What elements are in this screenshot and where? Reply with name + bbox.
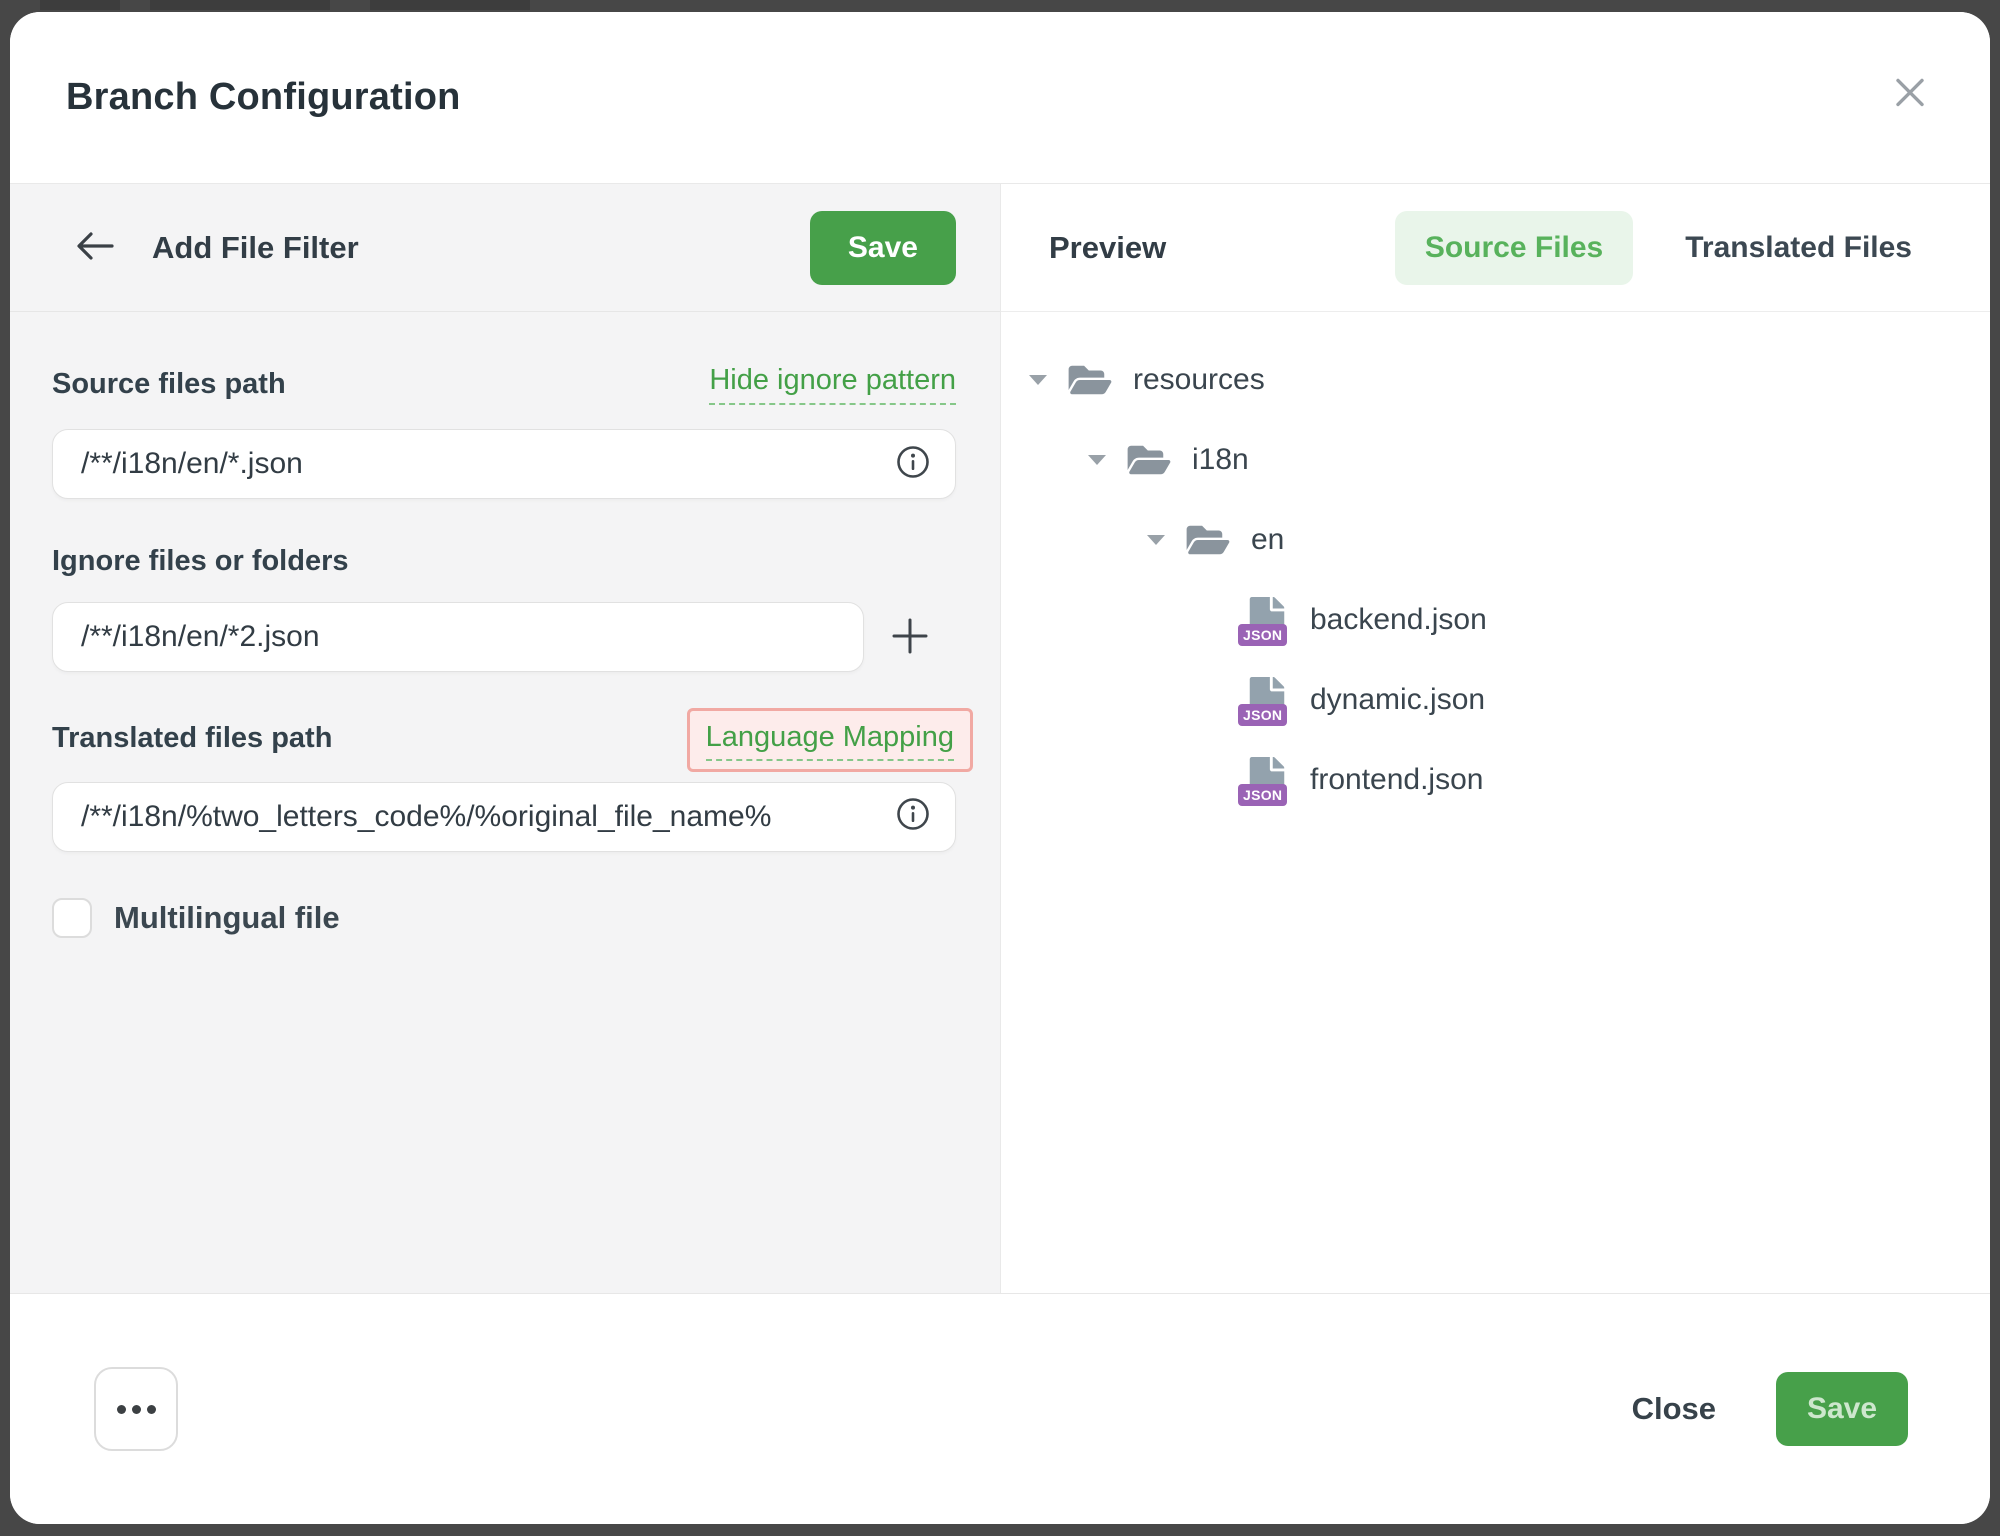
chevron-down-icon[interactable] — [1088, 455, 1106, 465]
tree-item-label: backend.json — [1310, 603, 1487, 637]
tree-item-label: frontend.json — [1310, 763, 1483, 797]
chevron-down-icon[interactable] — [1029, 375, 1047, 385]
json-file-icon: JSON — [1248, 677, 1286, 723]
tree-row-file-frontend[interactable]: JSON frontend.json — [1029, 740, 1990, 820]
ignore-pattern-field — [52, 602, 864, 672]
source-files-path-label: Source files path — [52, 368, 286, 401]
plus-icon — [889, 615, 931, 660]
language-mapping-highlight: Language Mapping — [687, 708, 973, 771]
language-mapping-link[interactable]: Language Mapping — [706, 721, 954, 761]
dimmed-page-fragment — [370, 0, 530, 10]
tab-translated-files[interactable]: Translated Files — [1655, 211, 1942, 285]
source-files-path-input[interactable] — [81, 447, 895, 481]
file-filter-toolbar: Add File Filter Save — [10, 184, 1000, 312]
json-file-icon: JSON — [1248, 757, 1286, 803]
preview-toolbar: Preview Source Files Translated Files — [1001, 184, 1990, 312]
tree-row-folder-en[interactable]: en — [1029, 500, 1990, 580]
modal-header: Branch Configuration — [10, 12, 1990, 184]
json-badge: JSON — [1238, 784, 1287, 806]
tab-source-files[interactable]: Source Files — [1395, 211, 1633, 285]
more-options-button[interactable] — [94, 1367, 178, 1451]
folder-open-icon — [1126, 441, 1172, 479]
info-circle-icon[interactable] — [895, 796, 931, 837]
translated-files-path-label: Translated files path — [52, 722, 332, 755]
json-badge: JSON — [1238, 624, 1287, 646]
tree-row-file-backend[interactable]: JSON backend.json — [1029, 580, 1990, 660]
ignore-pattern-input[interactable] — [81, 620, 839, 654]
ignore-files-label: Ignore files or folders — [52, 545, 349, 578]
add-ignore-pattern-button[interactable] — [864, 602, 956, 672]
folder-open-icon — [1185, 521, 1231, 559]
multilingual-file-label: Multilingual file — [114, 900, 340, 936]
file-filter-form: Source files path Hide ignore pattern Ig… — [10, 312, 1000, 938]
ellipsis-icon — [132, 1405, 141, 1414]
preview-tabs: Source Files Translated Files — [1395, 211, 1942, 285]
tree-row-folder-i18n[interactable]: i18n — [1029, 420, 1990, 500]
dimmed-page-fragment — [150, 0, 330, 10]
preview-title: Preview — [1049, 230, 1166, 266]
json-badge: JSON — [1238, 704, 1287, 726]
close-icon — [1891, 73, 1929, 114]
info-circle-icon[interactable] — [895, 444, 931, 485]
save-button[interactable]: Save — [1776, 1372, 1908, 1446]
folder-open-icon — [1067, 361, 1113, 399]
filter-save-button[interactable]: Save — [810, 211, 956, 285]
tree-row-file-dynamic[interactable]: JSON dynamic.json — [1029, 660, 1990, 740]
modal-footer: Close Save — [10, 1293, 1990, 1524]
file-filter-panel: Add File Filter Save Source files path H… — [10, 184, 1001, 1293]
back-button[interactable] — [66, 222, 124, 273]
tree-item-label: i18n — [1192, 443, 1249, 477]
translated-files-path-input[interactable] — [81, 800, 895, 834]
arrow-left-icon — [74, 230, 116, 265]
preview-panel: Preview Source Files Translated Files re… — [1001, 184, 1990, 1293]
close-button[interactable]: Close — [1632, 1391, 1716, 1427]
add-file-filter-title: Add File Filter — [152, 230, 810, 266]
hide-ignore-pattern-link[interactable]: Hide ignore pattern — [709, 364, 956, 405]
tree-row-folder-resources[interactable]: resources — [1029, 340, 1990, 420]
tree-item-label: resources — [1133, 363, 1265, 397]
source-files-path-field — [52, 429, 956, 499]
json-file-icon: JSON — [1248, 597, 1286, 643]
dimmed-page-fragment — [40, 0, 120, 10]
chevron-down-icon[interactable] — [1147, 535, 1165, 545]
tree-item-label: dynamic.json — [1310, 683, 1485, 717]
ellipsis-icon — [147, 1405, 156, 1414]
branch-configuration-modal: Branch Configuration Add File Filter Sav… — [10, 12, 1990, 1524]
modal-body: Add File Filter Save Source files path H… — [10, 184, 1990, 1293]
tree-item-label: en — [1251, 523, 1284, 557]
close-modal-button[interactable] — [1888, 72, 1932, 116]
modal-title: Branch Configuration — [66, 76, 461, 119]
ellipsis-icon — [117, 1405, 126, 1414]
translated-files-path-field — [52, 782, 956, 852]
file-tree: resources i18n en JSON — [1001, 312, 1990, 820]
multilingual-file-checkbox[interactable] — [52, 898, 92, 938]
